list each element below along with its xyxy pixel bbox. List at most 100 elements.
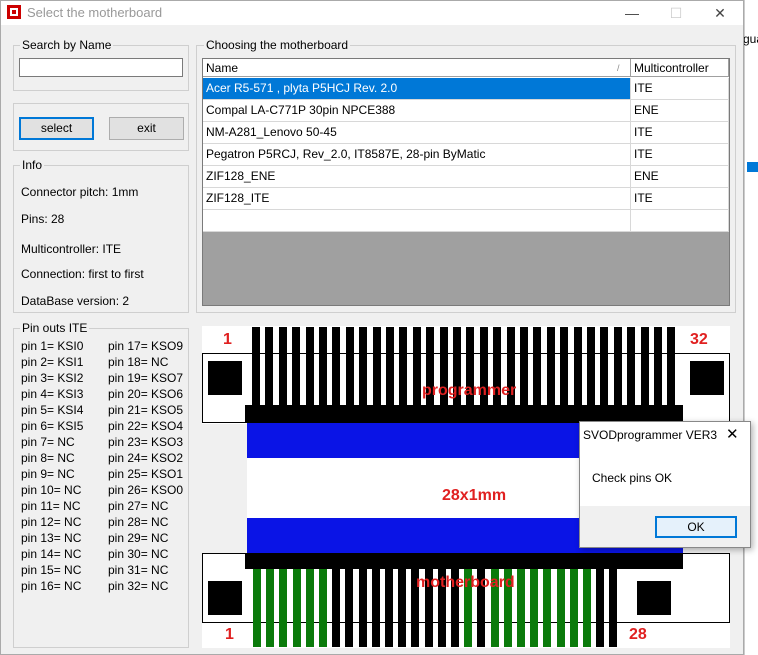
table-row[interactable]: Pegatron P5RCJ, Rev_2.0, IT8587E, 28-pin… bbox=[203, 144, 729, 166]
maximize-button[interactable]: ☐ bbox=[661, 3, 691, 23]
select-button[interactable]: select bbox=[19, 117, 94, 140]
pinout-entry: pin 12= NC bbox=[21, 515, 82, 529]
close-button[interactable]: ✕ bbox=[705, 3, 735, 23]
table-row[interactable]: ZIF128_ENE ENE bbox=[203, 166, 729, 188]
motherboard-pin bbox=[556, 569, 565, 647]
table-cell-mc bbox=[631, 210, 729, 232]
pinout-entry: pin 13= NC bbox=[21, 531, 82, 545]
info-connector-pitch: Connector pitch: 1mm bbox=[21, 185, 139, 199]
pinout-entry: pin 28= NC bbox=[108, 515, 169, 529]
table-row[interactable]: Acer R5-571 , plyta P5HCJ Rev. 2.0 ITE bbox=[203, 78, 729, 100]
pinout-entry: pin 9= NC bbox=[21, 467, 75, 481]
table-cell-name: Compal LA-C771P 30pin NPCE388 bbox=[203, 100, 631, 122]
motherboard-pin bbox=[253, 569, 261, 647]
info-pins: Pins: 28 bbox=[21, 212, 65, 226]
pinout-entry: pin 23= KSO3 bbox=[108, 435, 184, 449]
dialog-message: Check pins OK bbox=[592, 471, 673, 485]
pinout-entry: pin 19= KSO7 bbox=[108, 371, 184, 385]
motherboard-label: motherboard bbox=[416, 574, 515, 591]
programmer-pin bbox=[265, 327, 274, 405]
board-table: Name / Multicontroller Acer R5-571 , ply… bbox=[202, 58, 730, 306]
programmer-pin bbox=[613, 327, 622, 405]
table-row[interactable]: ZIF128_ITE ITE bbox=[203, 188, 729, 210]
column-header-multicontroller[interactable]: Multicontroller bbox=[631, 59, 729, 77]
sort-indicator-icon: / bbox=[617, 63, 620, 73]
pinout-entry: pin 4= KSI3 bbox=[21, 387, 84, 401]
table-cell-mc: ENE bbox=[631, 100, 729, 122]
dialog-ok-button[interactable]: OK bbox=[655, 516, 737, 538]
info-multicontroller: Multicontroller: ITE bbox=[21, 242, 122, 256]
motherboard-pin bbox=[569, 569, 578, 647]
table-row-new[interactable] bbox=[203, 210, 729, 232]
motherboard-pin bbox=[385, 569, 393, 647]
motherboard-pin-last: 28 bbox=[629, 626, 647, 643]
motherboard-pin bbox=[279, 569, 288, 647]
motherboard-pin bbox=[543, 569, 552, 647]
exit-button[interactable]: exit bbox=[109, 117, 184, 140]
programmer-pin-last: 32 bbox=[690, 331, 708, 348]
programmer-pin bbox=[573, 327, 582, 405]
pinout-entry: pin 29= NC bbox=[108, 531, 169, 545]
pinout-entry: pin 3= KSI2 bbox=[21, 371, 84, 385]
programmer-pin bbox=[654, 327, 662, 405]
table-cell-mc: ITE bbox=[631, 188, 729, 210]
table-row[interactable]: Compal LA-C771P 30pin NPCE388 ENE bbox=[203, 100, 729, 122]
programmer-pin bbox=[305, 327, 314, 405]
table-cell-name: Acer R5-571 , plyta P5HCJ Rev. 2.0 bbox=[203, 78, 631, 100]
programmer-pin bbox=[412, 327, 421, 405]
programmer-pin bbox=[533, 327, 542, 405]
table-cell-mc: ITE bbox=[631, 144, 729, 166]
pinout-entry: pin 15= NC bbox=[21, 563, 82, 577]
pinout-entry: pin 24= KSO2 bbox=[108, 451, 184, 465]
table-cell-name: ZIF128_ENE bbox=[203, 166, 631, 188]
programmer-pin bbox=[546, 327, 555, 405]
pinout-entry: pin 7= NC bbox=[21, 435, 75, 449]
column-header-name[interactable]: Name / bbox=[203, 59, 631, 77]
programmer-pin bbox=[587, 327, 595, 405]
pinout-entry: pin 27= NC bbox=[108, 499, 169, 513]
pinout-entry: pin 16= NC bbox=[21, 579, 82, 593]
programmer-pin bbox=[345, 327, 354, 405]
table-row[interactable]: NM-A281_Lenovo 50-45 ITE bbox=[203, 122, 729, 144]
pinout-entry: pin 18= NC bbox=[108, 355, 169, 369]
info-database-version: DataBase version: 2 bbox=[21, 294, 130, 308]
search-input[interactable] bbox=[19, 58, 183, 77]
programmer-pin bbox=[386, 327, 394, 405]
app-icon bbox=[7, 5, 21, 19]
motherboard-pin bbox=[292, 569, 301, 647]
motherboard-pin bbox=[596, 569, 605, 647]
minimize-button[interactable]: — bbox=[617, 3, 647, 23]
main-window: Select the motherboard — ☐ ✕ Search by N… bbox=[0, 0, 744, 655]
motherboard-pin bbox=[517, 569, 525, 647]
programmer-pin bbox=[560, 327, 569, 405]
motherboard-pin bbox=[398, 569, 407, 647]
motherboard-mount-left bbox=[208, 581, 242, 615]
column-header-name-label: Name bbox=[206, 61, 239, 75]
programmer-mount-right bbox=[690, 361, 724, 395]
motherboard-pin-first: 1 bbox=[225, 626, 234, 643]
dialog-close-icon[interactable]: ✕ bbox=[726, 425, 739, 443]
motherboard-pin bbox=[583, 569, 591, 647]
pinout-entry: pin 26= KSO0 bbox=[108, 483, 184, 497]
pinout-entry: pin 25= KSO1 bbox=[108, 467, 184, 481]
programmer-label: programmer bbox=[422, 382, 517, 399]
pinout-entry: pin 11= NC bbox=[21, 499, 81, 513]
pinout-entry: pin 30= NC bbox=[108, 547, 169, 561]
programmer-pin bbox=[520, 327, 528, 405]
programmer-mount-left bbox=[208, 361, 242, 395]
pinout-entry: pin 31= NC bbox=[108, 563, 169, 577]
motherboard-pin bbox=[305, 569, 314, 647]
programmer-pin bbox=[627, 327, 636, 405]
programmer-pin bbox=[292, 327, 301, 405]
pinout-entry: pin 22= KSO4 bbox=[108, 419, 184, 433]
dialog-title: SVODprogrammer VER3 bbox=[583, 428, 718, 442]
table-cell-mc: ITE bbox=[631, 122, 729, 144]
motherboard-clamp-bar bbox=[245, 553, 683, 569]
info-group-label: Info bbox=[20, 158, 45, 172]
background-window-strip: gua bbox=[743, 0, 758, 655]
motherboard-pin bbox=[530, 569, 539, 647]
motherboard-pin bbox=[609, 569, 618, 647]
pinout-entry: pin 5= KSI4 bbox=[21, 403, 84, 417]
background-window-accent bbox=[747, 162, 758, 172]
table-cell-name bbox=[203, 210, 631, 232]
